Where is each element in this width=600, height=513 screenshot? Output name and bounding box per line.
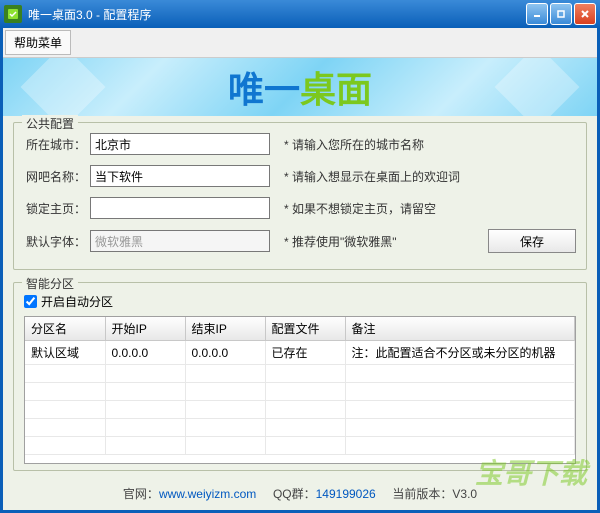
smart-zone-legend: 智能分区	[22, 275, 78, 292]
table-row[interactable]	[25, 365, 575, 383]
col-zone-name[interactable]: 分区名	[25, 317, 105, 341]
table-row[interactable]	[25, 437, 575, 455]
col-start-ip[interactable]: 开始IP	[105, 317, 185, 341]
help-menu[interactable]: 帮助菜单	[5, 30, 71, 55]
col-config[interactable]: 配置文件	[265, 317, 345, 341]
table-row[interactable]	[25, 401, 575, 419]
smart-zone-group: 智能分区 开启自动分区 分区名 开始IP 结束IP 配置文件 备注	[13, 282, 587, 471]
city-label: 所在城市：	[24, 136, 86, 153]
lock-input[interactable]	[90, 197, 270, 219]
titlebar[interactable]: 唯一桌面3.0 - 配置程序	[0, 0, 600, 28]
public-config-group: 公共配置 所在城市： * 请输入您所在的城市名称 网吧名称： * 请输入想显示在…	[13, 122, 587, 270]
close-button[interactable]	[574, 3, 596, 25]
qq-link[interactable]: 149199026	[316, 487, 376, 501]
client-area: 帮助菜单 唯一桌面 公共配置 所在城市： * 请输入您所在的城市名称 网吧名称：…	[0, 28, 600, 513]
table-row[interactable]	[25, 383, 575, 401]
app-window: 唯一桌面3.0 - 配置程序 帮助菜单 唯一桌面 公共配置 所在城市： * 请输…	[0, 0, 600, 513]
font-input[interactable]	[90, 230, 270, 252]
table-row[interactable]: 默认区域 0.0.0.0 0.0.0.0 已存在 注：此配置适合不分区或未分区的…	[25, 341, 575, 365]
city-input[interactable]	[90, 133, 270, 155]
col-remark[interactable]: 备注	[345, 317, 575, 341]
bar-hint: * 请输入想显示在桌面上的欢迎词	[284, 168, 460, 185]
menubar: 帮助菜单	[3, 28, 597, 58]
site-label: 官网：	[123, 487, 159, 501]
lock-label: 锁定主页：	[24, 200, 86, 217]
auto-zone-label: 开启自动分区	[41, 293, 113, 310]
table-row[interactable]	[25, 419, 575, 437]
font-hint: * 推荐使用"微软雅黑"	[284, 233, 397, 250]
version-label: 当前版本：	[392, 487, 452, 501]
font-label: 默认字体：	[24, 233, 86, 250]
qq-label: QQ群：	[273, 487, 316, 501]
col-end-ip[interactable]: 结束IP	[185, 317, 265, 341]
public-config-legend: 公共配置	[22, 115, 78, 132]
city-hint: * 请输入您所在的城市名称	[284, 136, 424, 153]
bar-label: 网吧名称：	[24, 168, 86, 185]
auto-zone-checkbox[interactable]	[24, 295, 37, 308]
site-link[interactable]: www.weiyizm.com	[159, 487, 256, 501]
zone-table[interactable]: 分区名 开始IP 结束IP 配置文件 备注 默认区域 0.0.0.0 0.0.0…	[24, 316, 576, 464]
window-title: 唯一桌面3.0 - 配置程序	[28, 6, 526, 23]
maximize-button[interactable]	[550, 3, 572, 25]
table-header-row: 分区名 开始IP 结束IP 配置文件 备注	[25, 317, 575, 341]
banner-logo: 唯一桌面	[228, 61, 372, 113]
bar-input[interactable]	[90, 165, 270, 187]
banner: 唯一桌面	[3, 58, 597, 116]
minimize-button[interactable]	[526, 3, 548, 25]
version-value: V3.0	[452, 487, 477, 501]
lock-hint: * 如果不想锁定主页，请留空	[284, 200, 436, 217]
footer: 官网：www.weiyizm.com QQ群：149199026 当前版本：V3…	[3, 477, 597, 510]
app-icon	[4, 5, 22, 23]
save-button[interactable]: 保存	[488, 229, 576, 253]
